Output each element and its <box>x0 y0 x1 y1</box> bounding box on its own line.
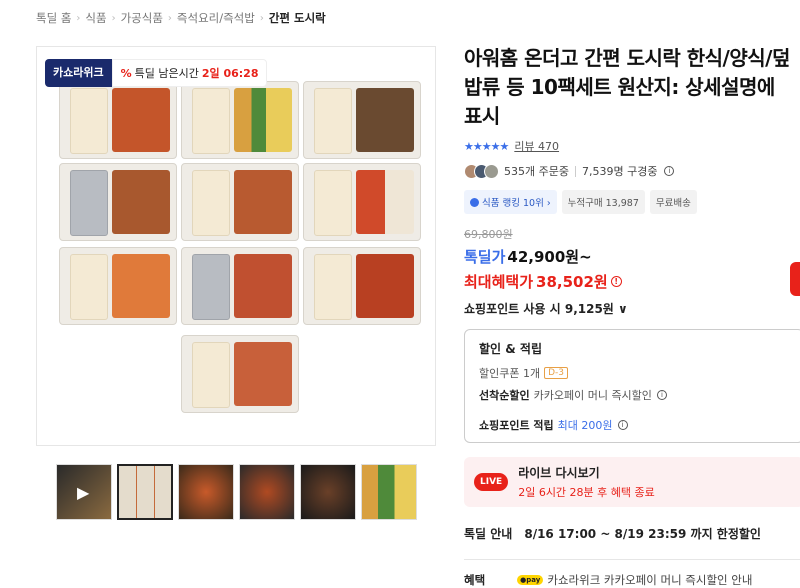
lunchbox-tray <box>59 81 177 159</box>
cumulative-purchase-chip: 누적구매 13,987 <box>561 190 645 214</box>
point-earn-max: 최대 200원 <box>557 419 613 432</box>
d-day-tag: D-3 <box>544 367 569 379</box>
lunchbox-tray <box>181 247 299 325</box>
lunchbox-tray <box>59 163 177 241</box>
breadcrumb-instant[interactable]: 즉석요리/즉석밥 <box>177 10 255 26</box>
lunchbox-tray <box>181 335 299 413</box>
live-title: 라이브 다시보기 <box>518 466 600 480</box>
ranking-icon <box>470 197 479 207</box>
thumbnail[interactable] <box>300 464 356 520</box>
thumbnail[interactable] <box>178 464 234 520</box>
discount-title: 할인 & 적립 <box>479 342 542 356</box>
thumbnail-strip: ▶ <box>56 464 417 520</box>
play-icon: ▶ <box>77 483 90 502</box>
product-main-image[interactable]: 카쇼라위크 % 특딜 남은시간 2일 06:28 <box>36 46 436 446</box>
shopping-point-toggle[interactable]: 쇼핑포인트 사용 시 9,125원 ∨ <box>464 300 800 317</box>
side-floating-tab[interactable] <box>790 262 800 296</box>
breadcrumb-food[interactable]: 식품 <box>85 10 106 26</box>
divider <box>464 559 800 560</box>
lunchbox-tray <box>303 163 421 241</box>
viewers-count: 7,539명 구경중 <box>581 165 658 178</box>
breadcrumb-home[interactable]: 톡딜 홈 <box>36 10 71 26</box>
coupon-text[interactable]: 할인쿠폰 1개 <box>479 365 540 381</box>
product-title: 아워홈 온더고 간편 도시락 한식/양식/덮밥류 등 10팩세트 원산지: 상세… <box>464 46 790 128</box>
deal-notice-label: 톡딜 안내 <box>464 527 513 541</box>
product-info: 아워홈 온더고 간편 도시락 한식/양식/덮밥류 등 10팩세트 원산지: 상세… <box>464 44 800 588</box>
time-prefix: 특딜 남은시간 <box>134 67 199 80</box>
review-link[interactable]: 리뷰 470 <box>514 138 559 154</box>
original-price: 69,800원 <box>464 228 513 241</box>
buyer-avatars <box>464 163 499 179</box>
percent-icon: % <box>120 66 132 80</box>
breadcrumb: 톡딜 홈 › 식품 › 가공식품 › 즉석요리/즉석밥 › 간편 도시락 <box>36 10 326 26</box>
lunchbox-tray <box>303 81 421 159</box>
deal-price-value: 42,900원~ <box>507 248 592 266</box>
ranking-chip[interactable]: 식품 랭킹 10위 › <box>464 190 557 214</box>
first-come-label: 선착순할인 <box>479 389 530 402</box>
live-replay-banner[interactable]: LIVE 라이브 다시보기 2일 6시간 28분 후 혜택 종료 <box>464 457 800 507</box>
info-icon[interactable]: ! <box>610 276 622 287</box>
lunchbox-tray <box>181 163 299 241</box>
info-icon[interactable]: i <box>656 390 667 400</box>
thumbnail-video[interactable]: ▶ <box>56 464 112 520</box>
lunchbox-tray <box>181 81 299 159</box>
orders-count: 535개 주문중 <box>504 165 569 178</box>
breadcrumb-processed[interactable]: 가공식품 <box>121 10 163 26</box>
thumbnail-selected[interactable] <box>117 464 173 520</box>
max-benefit-value: 38,502원 <box>536 273 608 291</box>
deal-price-label: 톡딜가 <box>464 248 506 266</box>
star-rating-icon: ★★★★★ <box>464 139 509 153</box>
time-value: 2일 06:28 <box>201 67 259 80</box>
first-come-desc: 카카오페이 머니 즉시할인 <box>533 389 652 402</box>
deal-notice-text: 8/16 17:00 ~ 8/19 23:59 까지 한정할인 <box>524 527 761 541</box>
lunchbox-tray <box>59 247 177 325</box>
point-earn-label: 쇼핑포인트 적립 <box>479 419 554 432</box>
max-benefit-label: 최대혜택가 <box>464 273 534 291</box>
breadcrumb-current: 간편 도시락 <box>268 11 326 25</box>
free-shipping-chip: 무료배송 <box>649 190 697 214</box>
discount-box: 할인 & 적립 할인쿠폰 1개 D-3 선착순할인 카카오페이 머니 즉시할인 i 쇼… <box>464 329 800 443</box>
info-icon[interactable]: i <box>664 166 675 176</box>
kakao-week-tag: 카쇼라위크 <box>45 59 112 87</box>
timer-tag: 카쇼라위크 % 특딜 남은시간 2일 06:28 <box>45 59 268 87</box>
thumbnail[interactable] <box>239 464 295 520</box>
info-icon[interactable]: i <box>617 420 628 430</box>
lunchbox-tray <box>303 247 421 325</box>
thumbnail[interactable] <box>361 464 417 520</box>
live-desc: 2일 6시간 28분 후 혜택 종료 <box>518 486 655 499</box>
kakaopay-icon: ●pay <box>517 575 544 585</box>
live-badge: LIVE <box>474 473 509 491</box>
